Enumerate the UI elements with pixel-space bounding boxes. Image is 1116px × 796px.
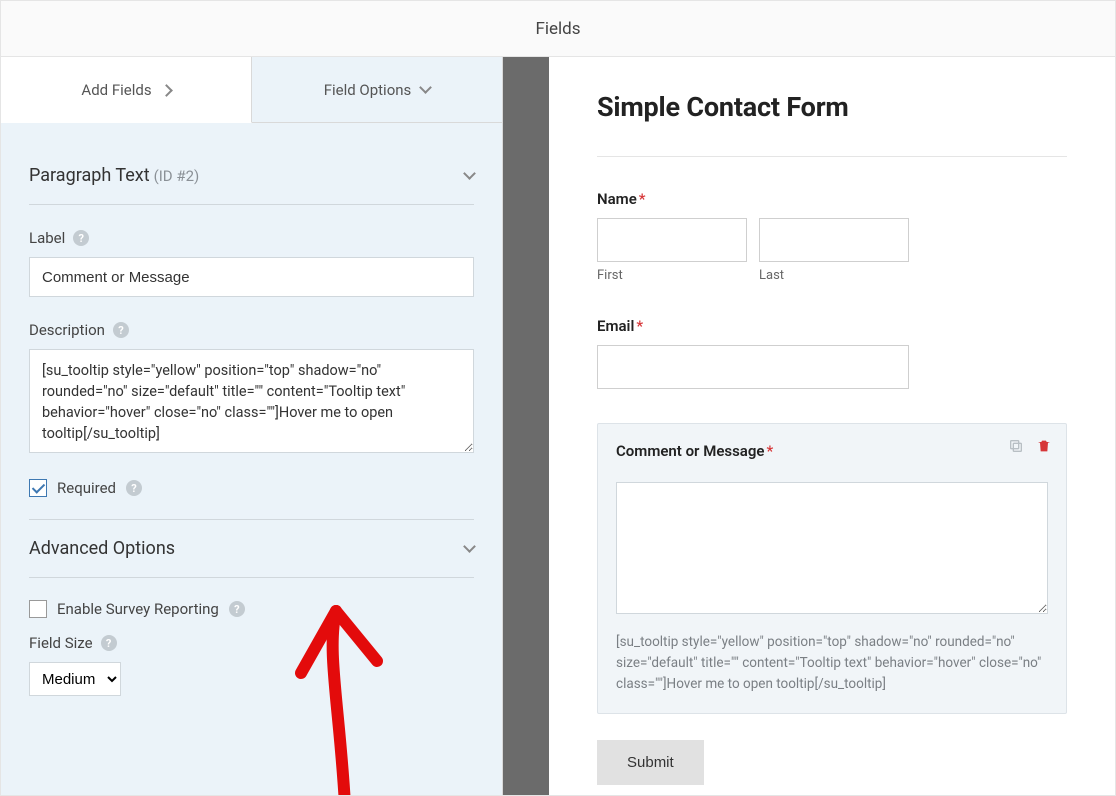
page-header: Fields bbox=[1, 1, 1115, 57]
survey-label: Enable Survey Reporting bbox=[57, 600, 219, 618]
required-checkbox[interactable] bbox=[29, 479, 47, 497]
fieldsize-select[interactable]: Medium bbox=[29, 662, 121, 696]
collapse-icon bbox=[465, 166, 474, 185]
required-asterisk: * bbox=[766, 442, 773, 460]
label-label: Label bbox=[29, 229, 65, 247]
section-advanced-options[interactable]: Advanced Options bbox=[29, 520, 474, 578]
first-name-input[interactable] bbox=[597, 218, 747, 262]
help-icon[interactable]: ? bbox=[101, 635, 117, 651]
chevron-right-icon bbox=[162, 81, 171, 99]
last-name-input[interactable] bbox=[759, 218, 909, 262]
submit-button[interactable]: Submit bbox=[597, 740, 704, 785]
duplicate-icon[interactable] bbox=[1008, 438, 1024, 458]
trash-icon[interactable] bbox=[1036, 438, 1052, 458]
separator bbox=[597, 156, 1067, 157]
field-name[interactable]: Name* First Last bbox=[597, 190, 1067, 283]
section-title: Paragraph Text bbox=[29, 165, 150, 186]
help-icon[interactable]: ? bbox=[73, 230, 89, 246]
description-preview: [su_tooltip style="yellow" position="top… bbox=[616, 632, 1048, 695]
tab-field-options[interactable]: Field Options bbox=[252, 57, 502, 123]
header-title: Fields bbox=[535, 19, 580, 39]
required-asterisk: * bbox=[639, 190, 646, 208]
panel-divider[interactable] bbox=[503, 57, 549, 795]
required-label: Required bbox=[57, 479, 116, 497]
tab-add-fields[interactable]: Add Fields bbox=[1, 57, 252, 123]
fieldsize-label: Field Size bbox=[29, 634, 93, 652]
help-icon[interactable]: ? bbox=[126, 480, 142, 496]
form-preview: Simple Contact Form Name* First Last bbox=[549, 57, 1115, 795]
section-paragraph-text[interactable]: Paragraph Text (ID #2) bbox=[29, 147, 474, 205]
description-textarea[interactable]: [su_tooltip style="yellow" position="top… bbox=[29, 349, 474, 453]
description-label: Description bbox=[29, 321, 105, 339]
required-asterisk: * bbox=[636, 317, 643, 335]
first-sublabel: First bbox=[597, 268, 747, 283]
chevron-down-icon bbox=[421, 81, 430, 99]
survey-checkbox[interactable] bbox=[29, 600, 47, 618]
last-sublabel: Last bbox=[759, 268, 909, 283]
email-input[interactable] bbox=[597, 345, 909, 389]
field-comment-selected[interactable]: Comment or Message* [su_tooltip style="y… bbox=[597, 423, 1067, 714]
help-icon[interactable]: ? bbox=[113, 322, 129, 338]
help-icon[interactable]: ? bbox=[229, 601, 245, 617]
form-title: Simple Contact Form bbox=[597, 91, 1067, 123]
collapse-icon bbox=[465, 539, 474, 558]
field-email[interactable]: Email* bbox=[597, 317, 1067, 389]
comment-textarea[interactable] bbox=[616, 482, 1048, 614]
sidebar: Add Fields Field Options Paragraph Text … bbox=[1, 57, 503, 795]
section-id: (ID #2) bbox=[154, 167, 200, 185]
label-input[interactable] bbox=[29, 257, 474, 297]
